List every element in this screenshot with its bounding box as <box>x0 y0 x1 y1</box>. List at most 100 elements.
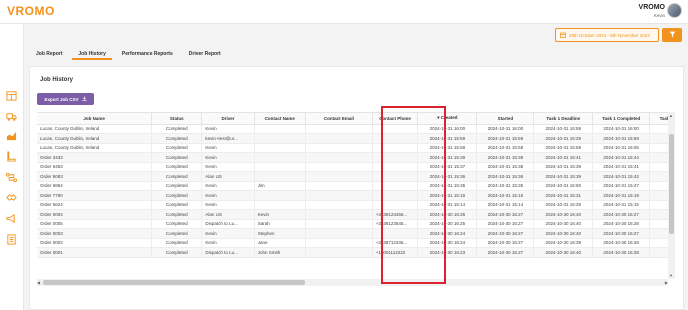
truck-icon[interactable] <box>6 111 17 122</box>
table-cell: 2024-10-31 15:59 <box>592 133 651 144</box>
column-header-label: Contact Email <box>323 115 354 121</box>
table-cell: 2024-10-30 16:27 <box>592 228 651 239</box>
column-header-contact-name[interactable]: Contact Name <box>254 113 306 125</box>
export-button-label: Export Job CSV <box>44 96 79 102</box>
calendar-icon <box>560 32 566 39</box>
vertical-scroll-thumb[interactable] <box>669 134 674 234</box>
user-name: VROMO <box>638 4 665 11</box>
table-cell: Completed <box>151 219 203 229</box>
column-header-created[interactable]: ▾ Created <box>417 113 478 125</box>
table-cell <box>372 228 419 239</box>
table-row[interactable]: Order 0002 Completed Kevin Jane +3538712345.… <box>37 238 668 248</box>
table-cell: 2m 23s <box>649 162 668 172</box>
table-cell: 3m 33s <box>649 171 668 182</box>
horizontal-scroll-thumb[interactable] <box>43 280 305 285</box>
tab-driver-report[interactable]: Driver Report <box>183 49 227 60</box>
table-cell: 2024-10-30 16:28 <box>592 219 651 229</box>
table-cell: 2024-10-30 16:24 <box>417 228 478 239</box>
table-row[interactable]: Order 7790 Completed Kevin 2024-10-31 15:16… <box>37 190 668 201</box>
table-cell: Completed <box>151 238 203 248</box>
table-cell: 2024-10-31 15:29 <box>533 200 594 210</box>
table-cell: Order 6453 <box>37 162 153 172</box>
filter-button[interactable] <box>662 28 682 42</box>
table-cell <box>305 238 373 248</box>
table-cell: Dispatch to Lu... <box>201 247 255 258</box>
table-cell: 2024-10-30 16:27 <box>476 209 535 220</box>
column-header-label: Job Name <box>83 115 105 121</box>
vertical-scrollbar[interactable]: ▲ ▼ <box>668 112 675 279</box>
table-cell <box>305 124 373 134</box>
table-cell: Kevin <box>201 190 255 201</box>
table-cell: - 13m 48s <box>649 200 668 210</box>
column-header-job-name[interactable]: Job Name <box>37 113 153 125</box>
table-cell: +10001112222 <box>372 247 419 258</box>
download-icon <box>81 96 87 102</box>
export-csv-button[interactable]: Export Job CSV <box>37 93 94 105</box>
table-cell: Kevin <box>201 181 255 191</box>
table-cell: - 12m 0s <box>649 190 668 201</box>
table-cell: 2024-10-31 15:19 <box>592 190 651 201</box>
scroll-down-icon[interactable]: ▼ <box>669 272 673 279</box>
horizontal-scrollbar[interactable]: ◀ ▶ <box>37 279 668 286</box>
table-row[interactable]: Lucan, County Dublin, Ireland Completed Ke… <box>37 124 668 134</box>
table-row[interactable]: Order 6453 Completed Kevin 2024-10-31 15:37… <box>37 162 668 172</box>
tab-job-history[interactable]: Job History <box>72 49 112 60</box>
column-header-label: Driver <box>221 115 235 121</box>
table-cell: Completed <box>151 171 203 182</box>
table-cell: Jim <box>254 181 306 191</box>
table-row[interactable]: Order 0005 Completed Dispatch to Lu... Sara… <box>37 219 668 229</box>
table-cell: Completed <box>151 143 203 153</box>
document-icon[interactable] <box>6 234 17 245</box>
route-icon[interactable] <box>6 172 17 183</box>
tab-performance-reports[interactable]: Performance Reports <box>116 49 179 60</box>
table-row[interactable]: Lucan, County Dublin, Ireland Completed Ke… <box>37 143 668 153</box>
boot-icon[interactable] <box>6 151 17 162</box>
scroll-left-icon[interactable]: ◀ <box>37 279 40 286</box>
table-cell: 2024-10-31 15:41 <box>533 152 594 163</box>
table-cell <box>254 162 306 172</box>
handshake-icon[interactable] <box>6 192 17 203</box>
chart-icon[interactable] <box>6 130 17 141</box>
table-row[interactable]: Order 9083 Completed Alan US 2024-10-31 15:… <box>37 171 668 182</box>
column-header-status[interactable]: Status <box>151 113 203 125</box>
table-cell <box>254 152 306 163</box>
table-cell: Order 5624 <box>37 200 153 210</box>
column-header-task-1-lateness[interactable]: Task 1 Lateness <box>649 113 668 125</box>
table-row[interactable]: Order 5624 Completed Kevin 2024-10-31 15:14… <box>37 200 668 210</box>
table-row[interactable]: Order 0003 Completed Kevin Stephen 2024-10-3… <box>37 228 668 239</box>
column-header-task-1-completed[interactable]: Task 1 Completed <box>592 113 651 125</box>
megaphone-icon[interactable] <box>6 213 17 224</box>
table-row[interactable]: Order 3432 Completed Kevin 2024-10-31 15:39… <box>37 152 668 163</box>
table-cell: Lucan, County Dublin, Ireland <box>37 143 153 153</box>
table-cell: Completed <box>151 181 203 191</box>
table-cell: 2024-10-31 15:39 <box>533 171 594 182</box>
table-cell <box>254 190 306 201</box>
table-cell <box>372 143 419 153</box>
date-range-picker[interactable]: 29th October 2024 - 8th November 2024 <box>555 28 659 42</box>
scroll-up-icon[interactable]: ▲ <box>669 112 673 119</box>
column-header-contact-email[interactable]: Contact Email <box>305 113 373 125</box>
table-row[interactable]: Lucan, County Dublin, Ireland Completed ke… <box>37 133 668 144</box>
calendar-icon[interactable] <box>6 90 17 101</box>
table-cell: Kevin <box>201 228 255 239</box>
table-cell: 2024-10-31 15:29 <box>533 133 594 144</box>
column-header-driver[interactable]: Driver <box>201 113 255 125</box>
table-cell: 2024-10-31 15:15 <box>592 200 651 210</box>
column-header-task-1-deadline[interactable]: Task 1 Deadline <box>533 113 594 125</box>
table-cell: 2024-10-31 15:59 <box>533 143 594 153</box>
column-header-started[interactable]: Started <box>476 113 535 125</box>
avatar[interactable] <box>667 3 682 18</box>
scroll-right-icon[interactable]: ▶ <box>665 279 668 286</box>
table-row[interactable]: Order 0004 Completed Alan US Kevin +35381234… <box>37 209 668 220</box>
table-row[interactable]: Order 0001 Completed Dispatch to Lu... John… <box>37 247 668 258</box>
table-cell: Kevin <box>201 200 255 210</box>
table-row[interactable]: Order 6864 Completed Kevin Jim 2024-10-31 15… <box>37 181 668 191</box>
table-cell: Completed <box>151 133 203 144</box>
table-cell: 3m 56s <box>649 152 668 163</box>
column-header-label: Contact Phone <box>379 115 411 121</box>
column-header-contact-phone[interactable]: Contact Phone <box>372 113 419 125</box>
tab-job-report[interactable]: Job Report <box>30 49 68 60</box>
table-cell: +3538123456... <box>372 209 419 220</box>
table-cell: - 11m 50s <box>649 238 668 248</box>
table-cell <box>254 143 306 153</box>
